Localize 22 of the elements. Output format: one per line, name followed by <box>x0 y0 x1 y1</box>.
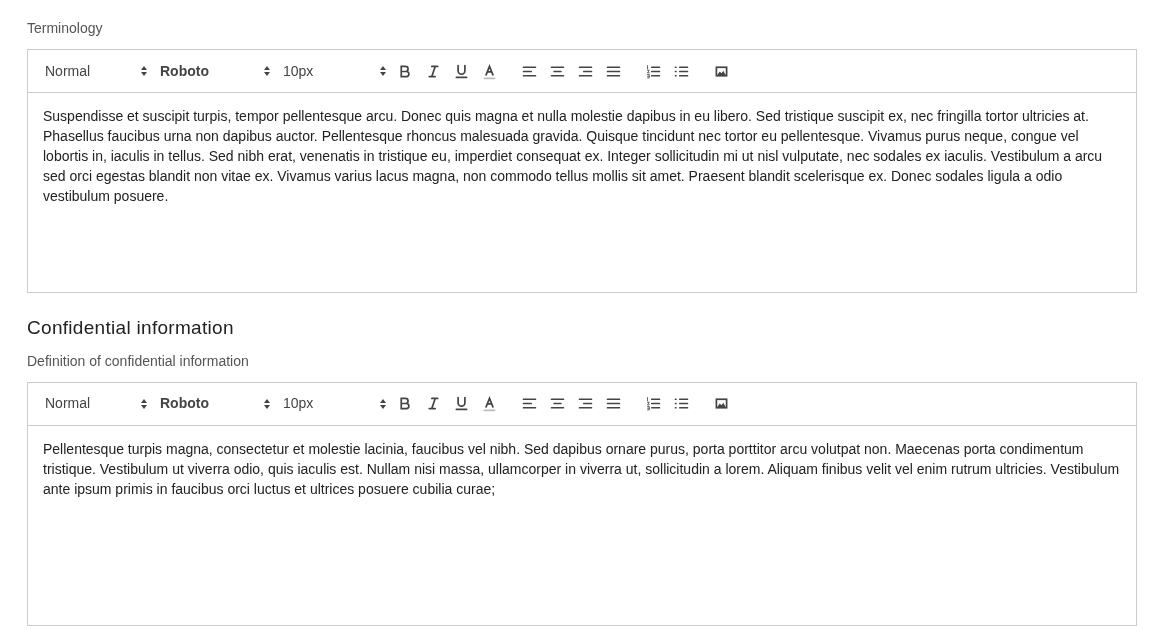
dropdown-arrows-icon <box>140 65 148 77</box>
dropdown[interactable]: Roboto <box>152 389 275 418</box>
dropdown-arrows-icon <box>263 397 271 410</box>
dropdown-arrows-icon <box>263 65 271 77</box>
ordered-list-icon <box>644 395 662 412</box>
dropdown[interactable]: Normal <box>37 57 152 85</box>
ordered-list-icon <box>644 62 662 80</box>
dropdown[interactable]: 10px <box>275 389 391 418</box>
section-heading: Confidential information <box>27 316 234 340</box>
field-label: Terminology <box>27 19 103 38</box>
bullet-list-icon <box>672 395 690 412</box>
align-justify-icon <box>604 395 622 412</box>
dropdown[interactable]: Normal <box>37 389 152 418</box>
field-label: Definition of confidential information <box>27 351 249 371</box>
dropdown[interactable]: Roboto <box>152 57 275 85</box>
dropdown-arrows-icon <box>379 397 387 410</box>
dropdown-arrows-icon <box>379 65 387 77</box>
align-left-icon <box>520 395 538 412</box>
align-right-icon <box>576 395 594 412</box>
align-center-icon <box>548 395 566 412</box>
dropdown-arrows-icon <box>140 397 148 410</box>
dropdown[interactable]: 10px <box>275 57 391 85</box>
